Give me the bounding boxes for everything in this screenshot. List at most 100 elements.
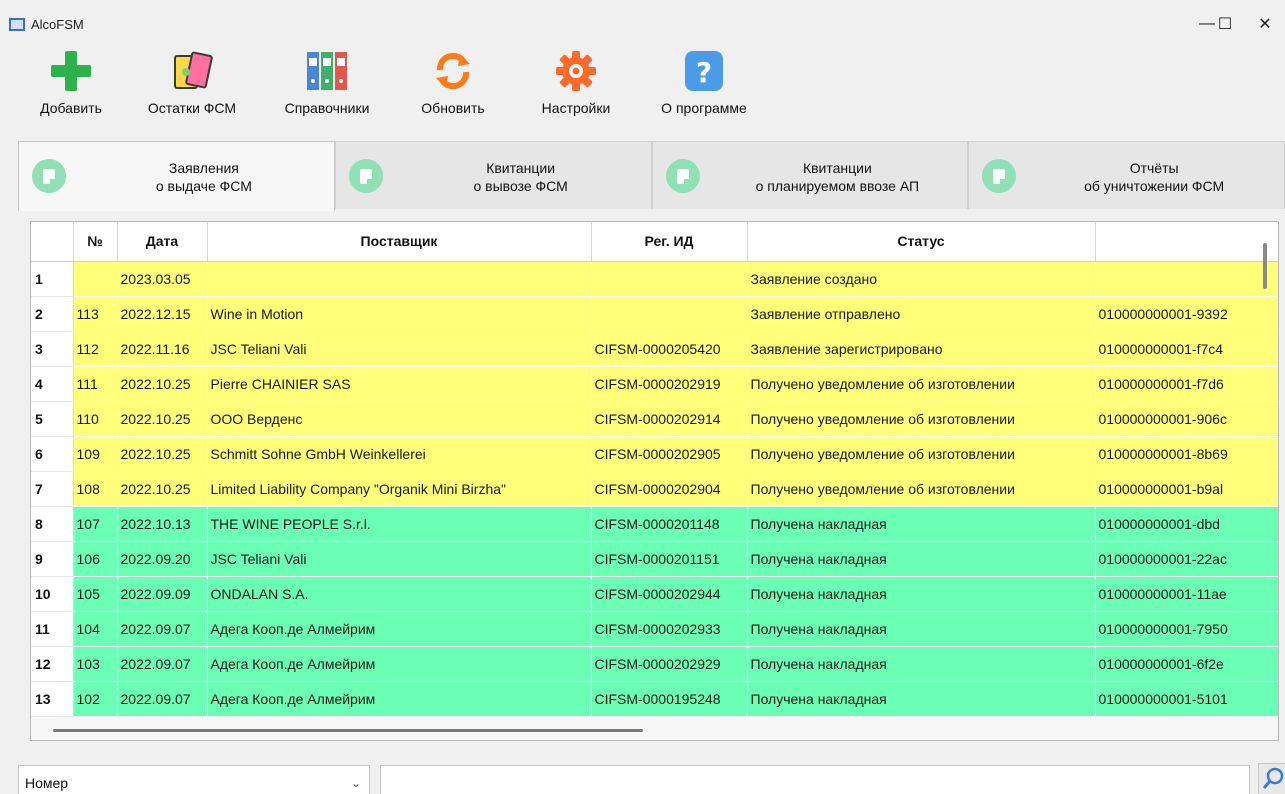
cell-supplier[interactable]: Адега Кооп.де Алмейрим (207, 646, 592, 682)
cell-reg-id[interactable]: CIFSM-0000202929 (591, 646, 748, 682)
tab-export-receipts[interactable]: Квитанции о вывозе ФСМ (334, 141, 652, 209)
row-number[interactable]: 3 (31, 331, 74, 367)
cell-code[interactable]: 010000000001-7950 (1095, 611, 1278, 647)
cell-supplier[interactable]: JSC Teliani Vali (207, 331, 592, 367)
table-row[interactable]: 6 109 2022.10.25 Schmitt Sohne GmbH Weinkel… (31, 436, 1278, 472)
table-row[interactable]: 4 111 2022.10.25 Pierre CHAINIER SAS CIFSM-0… (31, 366, 1278, 402)
add-button[interactable]: Добавить (31, 48, 111, 126)
cell-reg-id[interactable] (591, 296, 748, 332)
cell-status[interactable]: Получена накладная (747, 611, 1096, 647)
cell-status[interactable]: Получена накладная (747, 681, 1096, 717)
cell-supplier[interactable]: Limited Liability Company "Organik Mini … (207, 471, 592, 507)
cell-code[interactable]: 010000000001-f7c4 (1095, 331, 1278, 367)
cell-code[interactable]: 010000000001-6f2e (1095, 646, 1278, 682)
cell-date[interactable]: 2022.10.13 (117, 506, 208, 542)
cell-code[interactable]: 010000000001-dbd (1095, 506, 1278, 542)
row-number[interactable]: 2 (31, 296, 74, 332)
tab-applications[interactable]: Заявления о выдаче ФСМ (18, 141, 335, 211)
cell-supplier[interactable]: JSC Teliani Vali (207, 541, 592, 577)
cell-code[interactable]: 010000000001-9392 (1095, 296, 1278, 332)
column-header-reg-id[interactable]: Рег. ИД (591, 222, 748, 262)
cell-reg-id[interactable]: CIFSM-0000201151 (591, 541, 748, 577)
table-row[interactable]: 2 113 2022.12.15 Wine in Motion Заявление от… (31, 296, 1278, 332)
fsm-stock-button[interactable]: Остатки ФСМ (145, 48, 239, 126)
cell-number[interactable] (73, 261, 118, 297)
cell-reg-id[interactable]: CIFSM-0000202914 (591, 401, 748, 437)
cell-status[interactable]: Получена накладная (747, 646, 1096, 682)
table-row[interactable]: 3 112 2022.11.16 JSC Teliani Vali CIFSM-0000… (31, 331, 1278, 367)
cell-date[interactable]: 2022.10.25 (117, 366, 208, 402)
cell-date[interactable]: 2022.09.07 (117, 681, 208, 717)
cell-date[interactable]: 2022.09.07 (117, 611, 208, 647)
close-button[interactable]: ✕ (1245, 10, 1285, 38)
cell-reg-id[interactable]: CIFSM-0000202919 (591, 366, 748, 402)
table-row[interactable]: 7 108 2022.10.25 Limited Liability Company … (31, 471, 1278, 507)
refresh-button[interactable]: Обновить (414, 48, 492, 126)
cell-code[interactable]: 010000000001-f7d6 (1095, 366, 1278, 402)
cell-number[interactable]: 110 (73, 401, 118, 437)
cell-reg-id[interactable]: CIFSM-0000202933 (591, 611, 748, 647)
table-row[interactable]: 11 104 2022.09.07 Адега Кооп.де Алмейрим CIF… (31, 611, 1278, 647)
column-header-supplier[interactable]: Поставщик (207, 222, 592, 262)
cell-supplier[interactable]: ООО Верденс (207, 401, 592, 437)
cell-number[interactable]: 104 (73, 611, 118, 647)
cell-supplier[interactable]: Schmitt Sohne GmbH Weinkellerei (207, 436, 592, 472)
cell-number[interactable]: 113 (73, 296, 118, 332)
horizontal-scrollbar[interactable] (53, 729, 643, 732)
cell-supplier[interactable]: Адега Кооп.де Алмейрим (207, 611, 592, 647)
cell-date[interactable]: 2022.11.16 (117, 331, 208, 367)
cell-reg-id[interactable]: CIFSM-0000202944 (591, 576, 748, 612)
cell-status[interactable]: Получена накладная (747, 576, 1096, 612)
cell-date[interactable]: 2022.10.25 (117, 471, 208, 507)
about-button[interactable]: ? О программе (650, 48, 758, 126)
cell-status[interactable]: Заявление создано (747, 261, 1096, 297)
search-field-select[interactable]: Номер ⌄ (18, 765, 370, 794)
cell-date[interactable]: 2023.03.05 (117, 261, 208, 297)
cell-status[interactable]: Получена накладная (747, 541, 1096, 577)
vertical-scrollbar[interactable] (1263, 243, 1267, 289)
row-number[interactable]: 9 (31, 541, 74, 577)
row-number[interactable]: 7 (31, 471, 74, 507)
cell-reg-id[interactable] (591, 261, 748, 297)
row-number[interactable]: 13 (31, 681, 74, 717)
maximize-button[interactable]: ☐ (1205, 10, 1245, 38)
table-row[interactable]: 13 102 2022.09.07 Адега Кооп.де Алмейрим CIF… (31, 681, 1278, 717)
tab-destruction-reports[interactable]: Отчёты об уничтожении ФСМ (968, 141, 1285, 209)
cell-code[interactable]: 010000000001-22ac (1095, 541, 1278, 577)
row-number[interactable]: 1 (31, 261, 74, 297)
row-number[interactable]: 11 (31, 611, 74, 647)
column-header-code[interactable] (1095, 222, 1278, 262)
cell-reg-id[interactable]: CIFSM-0000201148 (591, 506, 748, 542)
cell-date[interactable]: 2022.09.20 (117, 541, 208, 577)
cell-status[interactable]: Получено уведомление об изготовлении (747, 401, 1096, 437)
table-row[interactable]: 12 103 2022.09.07 Адега Кооп.де Алмейрим CIF… (31, 646, 1278, 682)
cell-date[interactable]: 2022.12.15 (117, 296, 208, 332)
applications-grid[interactable]: № Дата Поставщик Рег. ИД Статус 1 2023.03… (30, 221, 1279, 741)
cell-number[interactable]: 111 (73, 366, 118, 402)
cell-status[interactable]: Получена накладная (747, 506, 1096, 542)
tab-import-receipts[interactable]: Квитанции о планируемом ввозе АП (651, 141, 969, 209)
cell-code[interactable]: 010000000001-906c (1095, 401, 1278, 437)
cell-supplier[interactable]: ONDALAN S.A. (207, 576, 592, 612)
cell-number[interactable]: 112 (73, 331, 118, 367)
table-row[interactable]: 1 2023.03.05 Заявление создано (31, 261, 1278, 297)
row-number[interactable]: 10 (31, 576, 74, 612)
cell-status[interactable]: Получено уведомление об изготовлении (747, 471, 1096, 507)
cell-date[interactable]: 2022.10.25 (117, 436, 208, 472)
cell-code[interactable]: 010000000001-b9al (1095, 471, 1278, 507)
table-row[interactable]: 9 106 2022.09.20 JSC Teliani Vali CIFSM-0000… (31, 541, 1278, 577)
row-number[interactable]: 6 (31, 436, 74, 472)
cell-number[interactable]: 108 (73, 471, 118, 507)
cell-code[interactable]: 010000000001-8b69 (1095, 436, 1278, 472)
cell-supplier[interactable] (207, 261, 592, 297)
search-input[interactable] (380, 765, 1250, 794)
cell-number[interactable]: 102 (73, 681, 118, 717)
references-button[interactable]: Справочники (274, 48, 380, 126)
row-number[interactable]: 8 (31, 506, 74, 542)
cell-status[interactable]: Заявление отправлено (747, 296, 1096, 332)
cell-code[interactable] (1095, 261, 1278, 297)
table-row[interactable]: 8 107 2022.10.13 THE WINE PEOPLE S.r.l. CIFS… (31, 506, 1278, 542)
cell-number[interactable]: 107 (73, 506, 118, 542)
cell-number[interactable]: 106 (73, 541, 118, 577)
column-header-date[interactable]: Дата (117, 222, 208, 262)
